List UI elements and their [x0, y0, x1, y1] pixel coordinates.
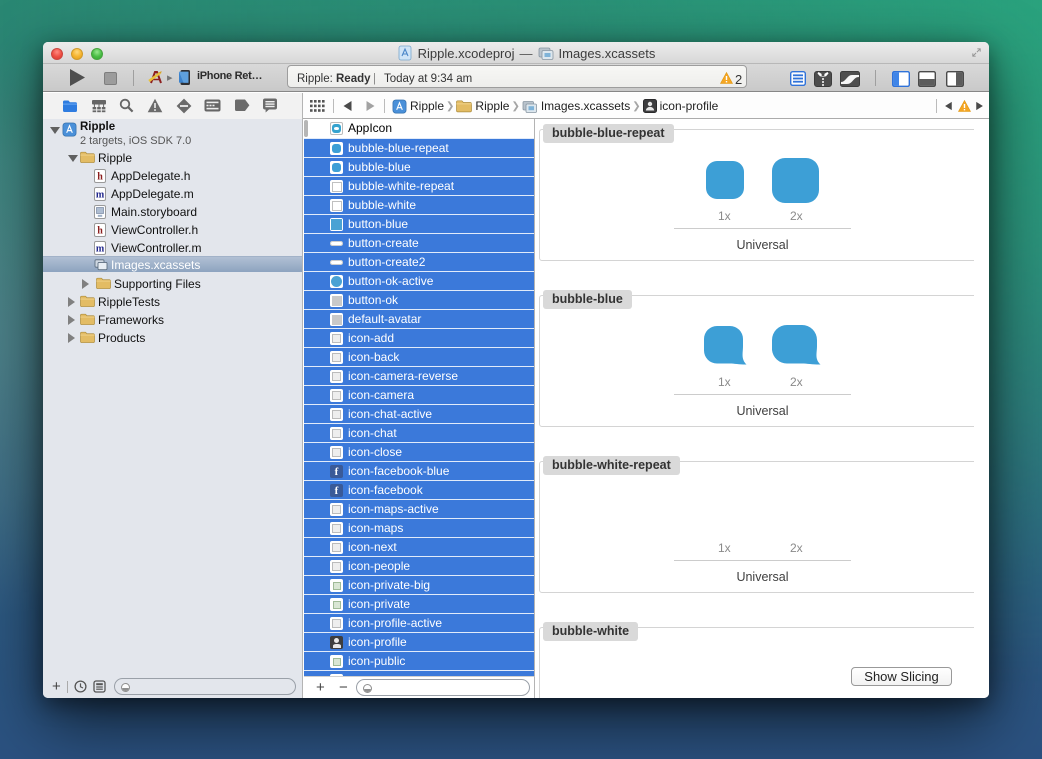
- svg-text:m: m: [96, 244, 105, 255]
- svg-text:m: m: [96, 190, 105, 201]
- svg-text:h: h: [97, 226, 103, 237]
- svg-text:h: h: [97, 172, 103, 183]
